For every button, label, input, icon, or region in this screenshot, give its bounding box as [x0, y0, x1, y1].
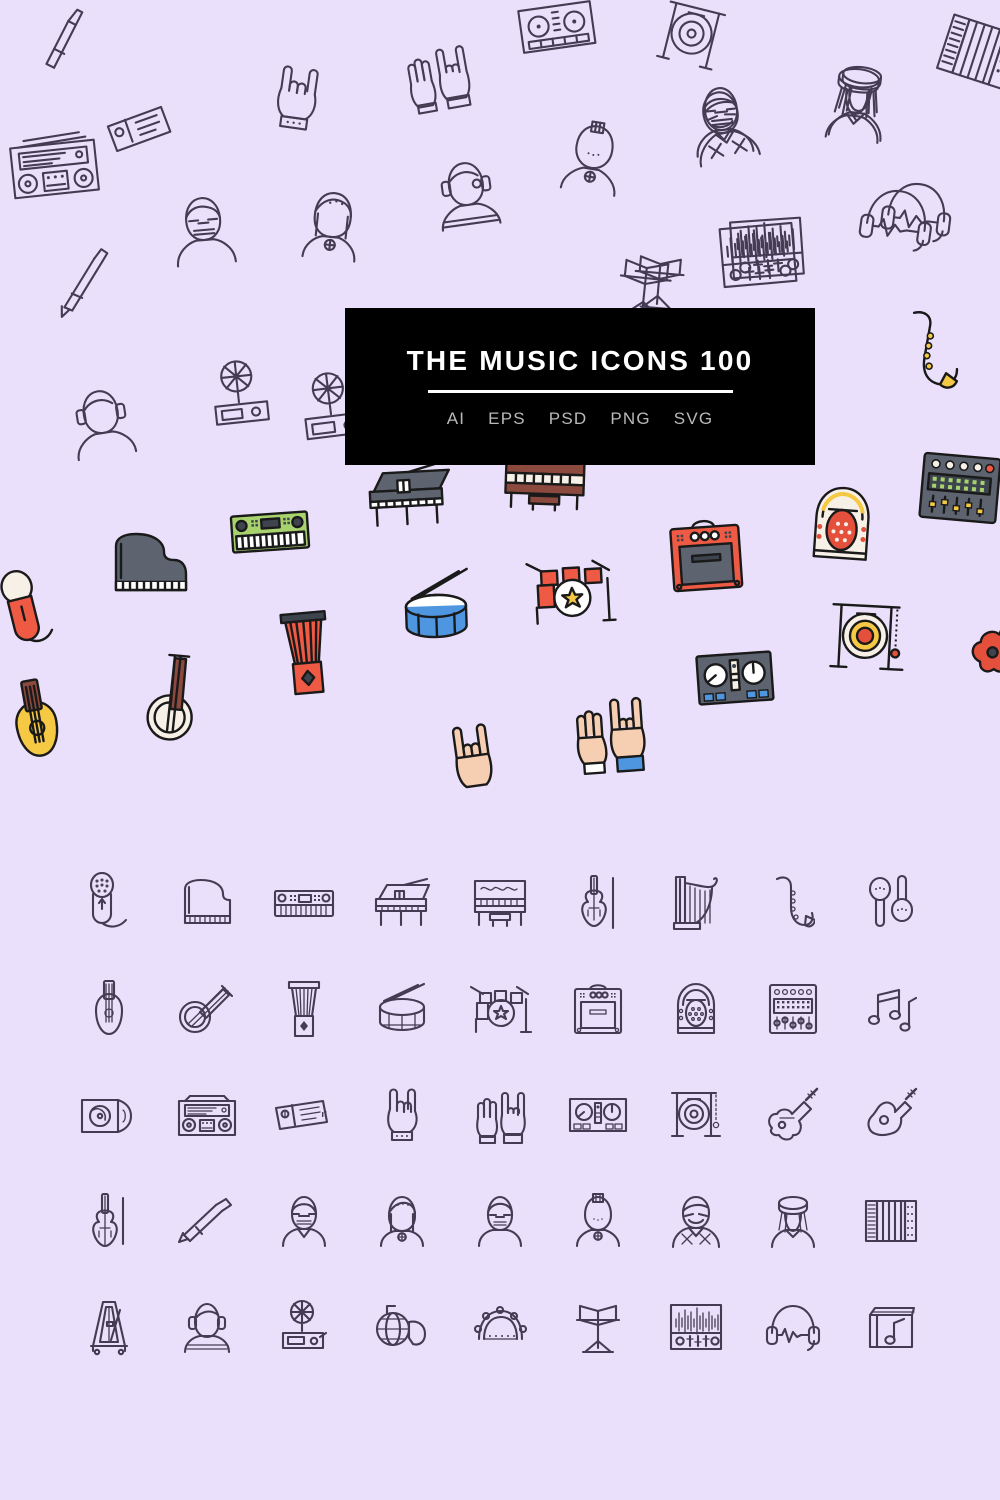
scatter-icon-drum-kit-color: [522, 554, 618, 629]
grid-icon-musician-man-glasses: [256, 1188, 354, 1254]
grid-icon-rock-hand: [353, 1082, 451, 1148]
scatter-icon-djembe-color: [272, 603, 340, 704]
grid-icon-music-notes: [842, 976, 940, 1042]
scatter-icon-audio-mixer-color: [915, 448, 1000, 527]
grid-icon-trombone: [158, 1188, 256, 1254]
scatter-icon-trombone-2: [37, 238, 131, 324]
format-svg: SVG: [673, 408, 714, 428]
grid-icon-microphone: [60, 870, 158, 936]
scatter-icon-boombox: [2, 123, 105, 205]
grid-icon-audio-interface: [647, 1294, 745, 1360]
scatter-icon-dj-controller-color: [692, 645, 778, 713]
scatter-icon-dj-controller: [513, 0, 600, 61]
grid-icon-snare-drum: [353, 976, 451, 1042]
grid-icon-synthesizer-keyboard: [256, 870, 354, 936]
scatter-icon-amplifier-color: [663, 512, 748, 595]
scatter-icon-musician-woman-headband: [554, 113, 631, 200]
grid-icon-headphones: [744, 1294, 842, 1360]
scatter-icon-raised-hands: [398, 35, 476, 117]
grid-icon-music-stand: [549, 1294, 647, 1360]
grid-icon-dj-controller: [549, 1082, 647, 1148]
grid-icon-banjo: [158, 976, 256, 1042]
grid-icon-harp: [647, 870, 745, 936]
grid-icon-grand-piano: [353, 870, 451, 936]
hero-pattern-area: THE MUSIC ICONS 100 AI EPS PSD PNG SVG: [0, 0, 1000, 800]
grid-icon-acoustic-guitar: [842, 1082, 940, 1148]
scatter-icon-trombone: [21, 0, 109, 84]
scatter-icon-musician-woman-hat-2: [817, 56, 900, 146]
grid-icon-vinyl-records-box: [842, 1294, 940, 1360]
grid-icon-drum-kit: [451, 976, 549, 1042]
scatter-icon-audio-interface-2: [726, 212, 809, 285]
grid-icon-maracas: [842, 870, 940, 936]
scatter-icon-electric-guitar-color: [948, 581, 1000, 692]
format-png: PNG: [610, 408, 651, 428]
grid-icon-violin: [549, 870, 647, 936]
scatter-icon-musician-woman: [292, 181, 372, 266]
scatter-icon-microphone-color: [0, 560, 66, 657]
scatter-icon-oud-color: [0, 670, 79, 771]
grid-icon-jukebox: [647, 976, 745, 1042]
grid-icon-person-headphones: [158, 1294, 256, 1360]
banner-divider: [427, 389, 733, 393]
grid-icon-djembe: [256, 976, 354, 1042]
scatter-icon-grand-piano-top-color: [108, 528, 192, 604]
format-ai: AI: [446, 408, 466, 428]
scatter-icon-person-headphones: [427, 150, 507, 235]
scatter-icon-headphones-2: [876, 174, 957, 247]
scatter-icon-raised-hands-color: [569, 685, 651, 776]
grid-icon-tambourine: [451, 1294, 549, 1360]
grid-icon-concert-tickets: [256, 1082, 354, 1148]
icon-grid: [60, 870, 940, 1360]
grid-icon-gong: [647, 1082, 745, 1148]
scatter-icon-jukebox-color: [805, 480, 879, 569]
grid-icon-cd-album: [60, 1082, 158, 1148]
grid-icon-gramophone: [256, 1294, 354, 1360]
grid-icon-upright-piano: [451, 870, 549, 936]
scatter-icon-accordion: [931, 8, 1000, 97]
format-psd: PSD: [548, 408, 588, 428]
grid-icon-double-bass: [60, 1188, 158, 1254]
grid-icon-guitar-amplifier: [549, 976, 647, 1042]
grid-icon-raised-hands: [451, 1082, 549, 1148]
scatter-icon-musician-man-beanie: [164, 187, 245, 273]
grid-icon-oud-lute: [60, 976, 158, 1042]
grid-icon-metronome: [60, 1294, 158, 1360]
scatter-icon-saxophone-color: [886, 304, 973, 405]
grid-icon-musician-woman-hat: [744, 1188, 842, 1254]
banner-format-list: AI EPS PSD PNG SVG: [447, 409, 714, 429]
grid-icon-electric-guitar: [744, 1082, 842, 1148]
grid-icon-musician-man-bowtie: [647, 1188, 745, 1254]
grid-icon-french-horn: [353, 1294, 451, 1360]
grid-icon-saxophone: [744, 870, 842, 936]
scatter-icon-music-stand-2: [627, 246, 690, 315]
grid-icon-musician-man-beanie: [451, 1188, 549, 1254]
title-banner: THE MUSIC ICONS 100 AI EPS PSD PNG SVG: [345, 308, 815, 465]
scatter-icon-person-headphones-2: [60, 377, 143, 465]
grid-icon-accordion: [842, 1188, 940, 1254]
format-eps: EPS: [488, 408, 526, 428]
scatter-icon-gong-color: [824, 596, 912, 676]
grid-icon-grand-piano-top: [158, 870, 256, 936]
scatter-icon-rock-hand: [263, 56, 331, 141]
scatter-icon-gong: [647, 0, 738, 80]
grid-icon-musician-woman: [353, 1188, 451, 1254]
scatter-icon-snare-drum-color: [389, 566, 484, 647]
scatter-icon-musician-man-bowtie: [678, 78, 769, 172]
scatter-icon-banjo-color: [112, 634, 233, 755]
grid-icon-audio-mixer: [744, 976, 842, 1042]
scatter-icon-concert-tickets: [101, 97, 187, 158]
scatter-icon-gramophone-2: [203, 355, 280, 432]
grid-icon-musician-woman-headband: [549, 1188, 647, 1254]
scatter-icon-synthesizer-color: [226, 505, 313, 559]
scatter-icon-grand-piano-color: [360, 460, 455, 531]
scatter-icon-rock-hand-color: [439, 712, 504, 791]
grid-icon-boombox: [158, 1082, 256, 1148]
banner-title-text: THE MUSIC ICONS 100: [406, 344, 754, 376]
